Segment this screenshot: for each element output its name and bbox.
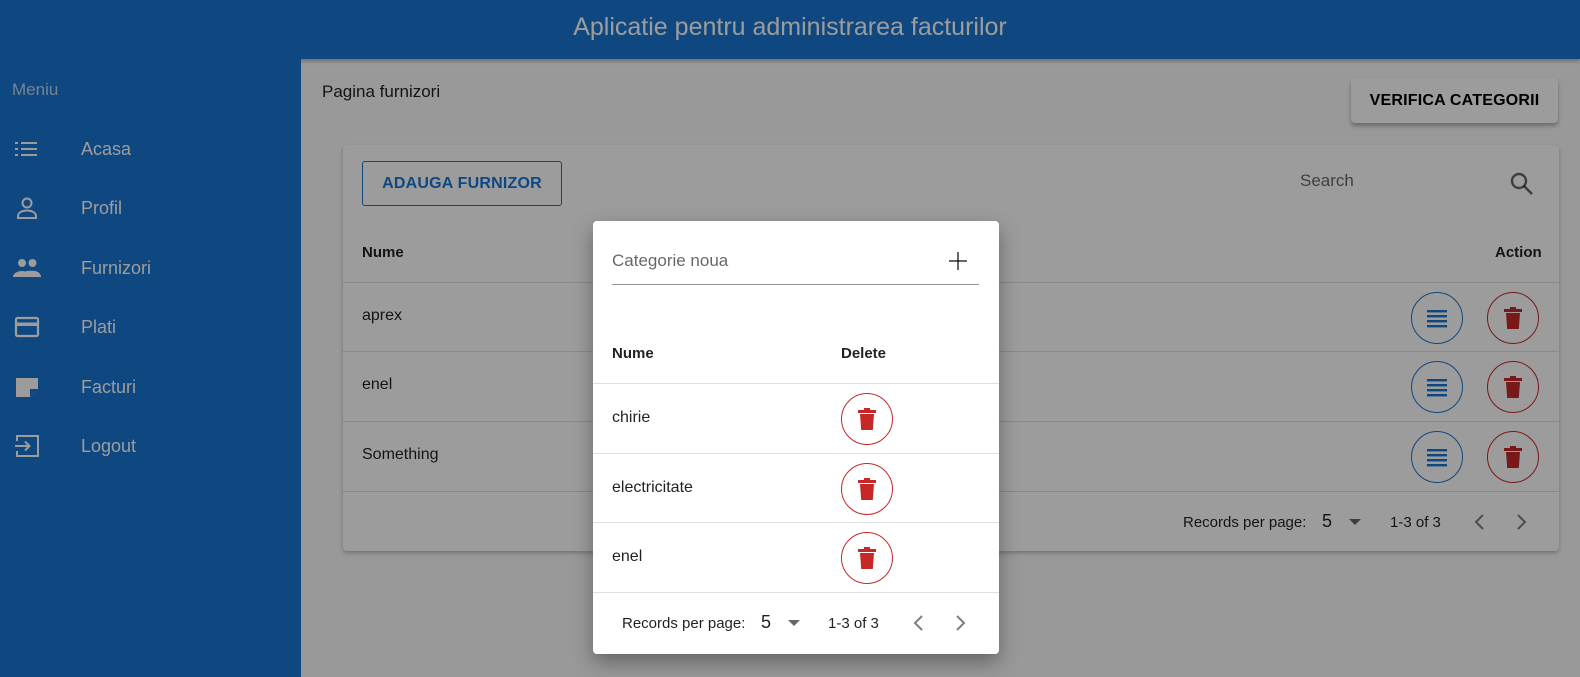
categorie-noua-input[interactable] <box>612 251 912 271</box>
trash-icon <box>858 408 876 430</box>
dialog-footer-divider <box>593 592 999 593</box>
trash-icon <box>858 478 876 500</box>
pagination-range: 1-3 of 3 <box>828 615 879 632</box>
categorii-dialog: Nume Delete chirie electricitate enel Re… <box>593 221 999 654</box>
trash-icon <box>858 547 876 569</box>
table-row: chirie <box>593 383 999 453</box>
chevron-left-icon[interactable] <box>909 613 929 633</box>
delete-button[interactable] <box>841 463 893 515</box>
table-row: electricitate <box>593 453 999 523</box>
row-name: chirie <box>612 409 651 426</box>
records-per-page-select[interactable]: 5 <box>761 612 771 633</box>
row-name: electricitate <box>612 479 693 496</box>
records-per-page-label: Records per page: <box>622 615 746 632</box>
delete-button[interactable] <box>841 393 893 445</box>
input-underline <box>612 284 979 285</box>
column-header-nume[interactable]: Nume <box>612 345 654 362</box>
chevron-down-icon[interactable] <box>788 620 800 626</box>
add-icon[interactable] <box>946 249 970 273</box>
chevron-right-icon[interactable] <box>950 613 970 633</box>
row-name: enel <box>612 548 643 565</box>
delete-button[interactable] <box>841 532 893 584</box>
column-header-delete: Delete <box>841 345 887 362</box>
table-row: enel <box>593 522 999 592</box>
